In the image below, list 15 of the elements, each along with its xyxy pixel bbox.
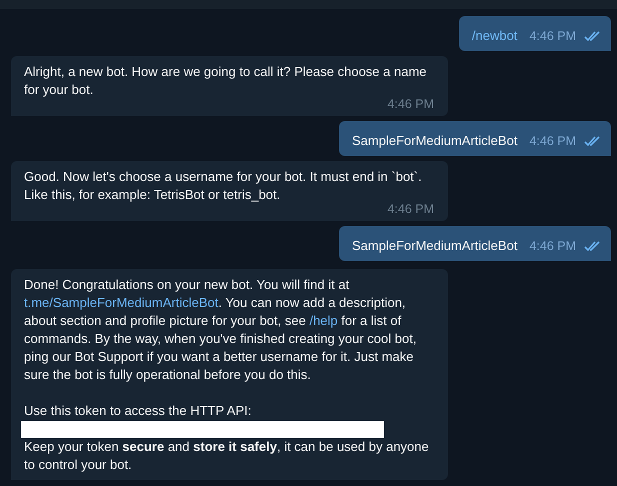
- command-link[interactable]: /newbot: [472, 27, 518, 45]
- link[interactable]: /help: [309, 313, 338, 328]
- link[interactable]: t.me/SampleForMediumArticleBot: [24, 295, 218, 310]
- message-time: 4:46 PM: [529, 238, 576, 255]
- message-time: 4:46 PM: [529, 28, 576, 45]
- message-text: Keep your token secure and store it safely, it can be used by anyone to control your bot.: [24, 438, 430, 474]
- message-text: SampleForMediumArticleBot: [352, 132, 518, 150]
- message-text: Done! Congratulations on your new bot. You will find it at t.me/SampleForMediumArticleBot. You can now add a description, about section and profile picture for your bot, see /help for a list of commands. By the way, when you've finished creating your cool bot, ping our Bot Support if you want a better username for it. Just make sure the bot is fully operational before you do this.: [24, 276, 418, 384]
- message-text: Good. Now let's choose a username for your bot. It must end in `bot`. Like this, for example: TetrisBot or tetris_bot.: [24, 168, 423, 204]
- message-text: Use this token to access the HTTP API:: [24, 402, 252, 420]
- message-text: SampleForMediumArticleBot: [352, 237, 518, 255]
- message-time: 4:46 PM: [529, 133, 576, 150]
- message-text: Alright, a new bot. How are we going to call it? Please choose a name for your bot.: [24, 63, 428, 99]
- message-time: 4:46 PM: [386, 97, 434, 111]
- message-time: 4:46 PM: [386, 202, 434, 216]
